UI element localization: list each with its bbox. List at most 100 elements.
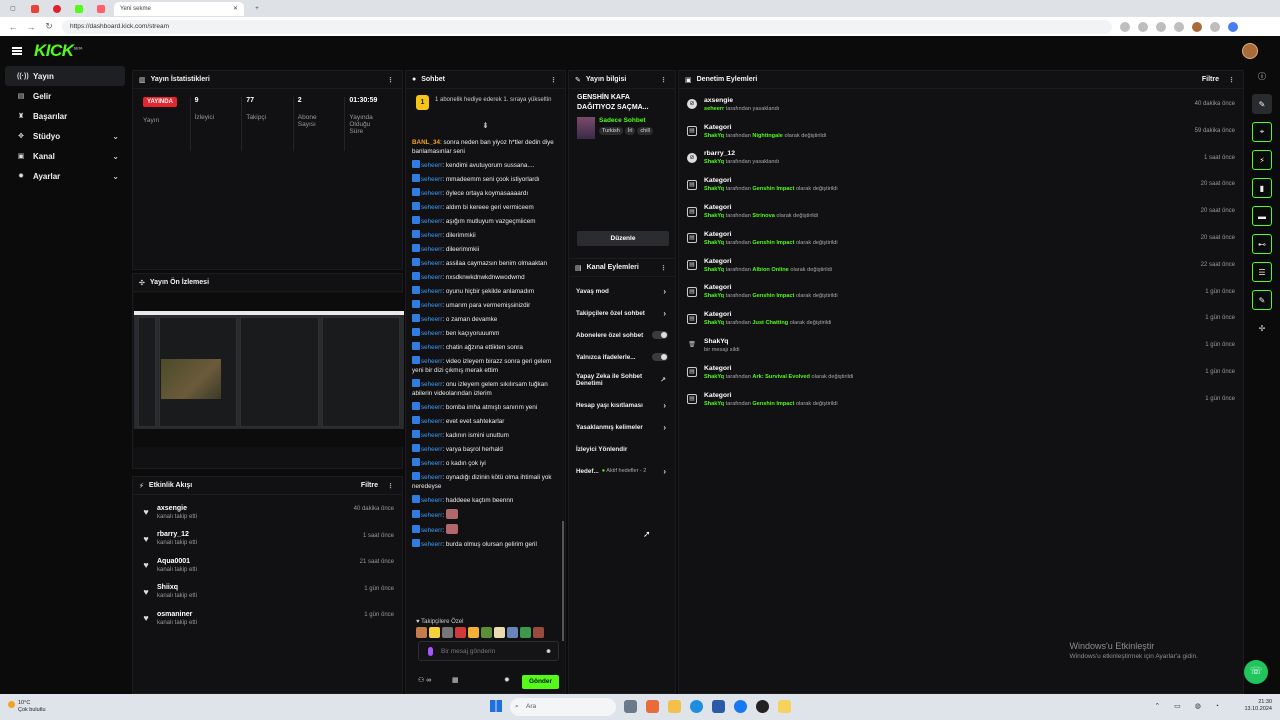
chat-username[interactable]: seheerr [421,527,442,534]
emote[interactable] [429,627,440,638]
profile-icon[interactable] [1192,21,1202,32]
emote[interactable] [455,627,466,638]
menu-icon[interactable] [12,47,22,55]
chat-username[interactable]: seheerr [421,274,442,281]
read-aloud-icon[interactable] [1120,21,1130,32]
subscribers-only-item[interactable]: Abonelere özel sohbet [569,324,675,346]
chat-username[interactable]: seheerr [421,474,442,481]
activity-user[interactable]: axsengie [157,505,197,512]
chat-username[interactable]: seheerr [421,204,442,211]
emoji-icon[interactable]: ☻ [545,648,552,655]
chat-scrollbar[interactable] [562,521,564,641]
chat-username[interactable]: BANL_34 [412,139,440,146]
app-icon[interactable] [778,700,791,713]
moderation-actor[interactable]: ShakYq [704,320,724,326]
moderation-actor[interactable]: ShakYq [704,293,724,299]
file-explorer-icon[interactable] [668,700,681,713]
emote[interactable] [494,627,505,638]
chat-username[interactable]: seheerr [421,358,442,365]
account-age-item[interactable]: Hesap yaşı kısıtlaması › [569,394,675,416]
copilot-icon[interactable] [646,700,659,713]
chat-username[interactable]: seheerr [421,218,442,225]
support-icon[interactable]: ☏ [1244,660,1268,684]
start-icon[interactable] [490,700,502,712]
new-tab-button[interactable]: + [248,2,266,16]
chat-username[interactable]: seheerr [421,162,442,169]
kebab-icon[interactable]: ⋮ [387,76,394,84]
emote[interactable] [520,627,531,638]
moderation-actor[interactable]: ShakYq [704,133,724,139]
moderation-actor[interactable]: seheerr [704,106,724,112]
chat-username[interactable]: seheerr [421,344,442,351]
kebab-icon[interactable]: ⋮ [1228,76,1235,84]
chat-input[interactable]: Bir mesaj gönderin ☻ [418,641,559,661]
kebab-icon[interactable]: ⋮ [660,76,667,84]
sidebar-item-gelir[interactable]: ▤ Gelir [5,86,125,106]
sidebar-item-kanal[interactable]: ▣ Kanal ⌄ [5,146,125,166]
kebab-icon[interactable]: ⋮ [550,76,557,84]
followers-only-item[interactable]: Takipçilere özel sohbet › [569,302,675,324]
emotes-only-item[interactable]: Yalnızca ifadelerle... [569,346,675,368]
document-icon[interactable]: ▮ [1252,178,1272,198]
back-icon[interactable]: ← [8,22,18,32]
chat-username[interactable]: seheerr [421,404,442,411]
moderation-actor[interactable]: ShakYq [704,159,724,165]
avatar[interactable] [1242,43,1258,59]
points-icon[interactable]: ⚇ ∞ [418,676,431,684]
chat-username[interactable]: seheerr [421,418,442,425]
forward-icon[interactable]: → [26,22,36,32]
moderation-actor[interactable]: ShakYq [704,267,724,273]
chat-username[interactable]: seheerr [421,381,442,388]
chat-username[interactable]: seheerr [421,316,442,323]
filter-button[interactable]: Filtre [361,482,378,489]
moderation-actor[interactable]: ShakYq [704,374,724,380]
bolt-icon[interactable]: ⚡ [1252,150,1272,170]
emote[interactable] [507,627,518,638]
chat-username[interactable]: seheerr [421,432,442,439]
send-button[interactable]: Gönder [522,675,559,689]
gift-leaderboard-banner[interactable]: 1 1 abonelik hediye ederek 1. sıraya yüks… [416,95,555,117]
emotes-only-toggle[interactable] [652,353,668,361]
opera-icon[interactable] [756,700,769,713]
url-input[interactable]: https://dashboard.kick.com/stream [62,19,1112,34]
chat-username[interactable]: seheerr [421,460,442,467]
chat-username[interactable]: seheerr [421,260,442,267]
facebook-icon[interactable] [734,700,747,713]
gift-icon[interactable]: ▦ [452,676,459,684]
add-widget-icon[interactable]: ✢ [1252,318,1272,338]
chat-username[interactable]: seheerr [421,541,442,548]
store-icon[interactable] [712,700,725,713]
tab-youtube[interactable] [92,2,110,16]
activity-user[interactable]: Aqua0001 [157,558,197,565]
chat-username[interactable]: seheerr [421,497,442,504]
pinned-arrow-icon[interactable]: ⇟ [482,121,489,130]
stream-preview-video[interactable] [134,293,404,447]
extensions-icon[interactable] [1156,21,1166,32]
sidebar-item-yayin[interactable]: ((·)) Yayın [5,66,125,86]
kebab-icon[interactable]: ⋮ [660,264,667,272]
edge-icon[interactable] [690,700,703,713]
ai-moderation-item[interactable]: Yapay Zeka ile Sohbet Denetimi ↗ [569,368,675,394]
info-icon[interactable]: ⓘ [1252,66,1272,86]
task-view-icon[interactable] [624,700,637,713]
activity-user[interactable]: osmaniner [157,611,197,618]
crosshair-icon[interactable]: ⌖ [1252,122,1272,142]
emote[interactable] [468,627,479,638]
close-icon[interactable]: ✕ [233,5,238,12]
chat-username[interactable]: seheerr [421,330,442,337]
moderation-actor[interactable]: ShakYq [704,213,724,219]
banned-words-item[interactable]: Yasaklanmış kelimeler › [569,416,675,438]
kick-logo[interactable]: KICKBETA [34,41,83,61]
emote[interactable] [416,627,427,638]
category-name[interactable]: Sadece Sohbet [599,117,655,124]
emote[interactable] [442,627,453,638]
list-icon[interactable]: ☰ [1252,262,1272,282]
emote[interactable] [481,627,492,638]
window-menu-icon[interactable]: ▢ [4,2,22,16]
chat-bubble-icon[interactable]: ▬ [1252,206,1272,226]
moderation-actor[interactable]: ShakYq [704,240,724,246]
system-tray[interactable]: ⌃ ▭ ◍ ◔ [1154,702,1225,710]
host-item[interactable]: İzleyici Yönlendir [569,438,675,460]
chat-username[interactable]: seheerr [421,190,442,197]
chat-username[interactable]: seheerr [421,176,442,183]
